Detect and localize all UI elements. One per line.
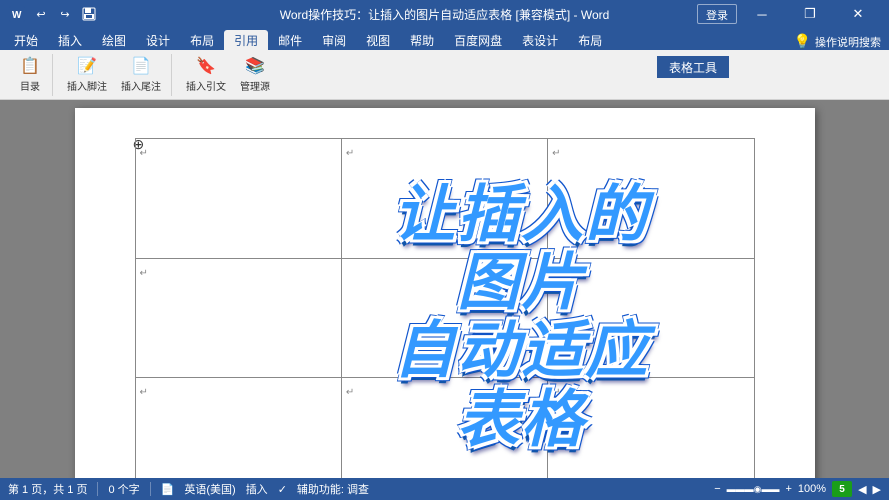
paragraph-mark: ↵ <box>140 268 148 279</box>
btn-manage-sources[interactable]: 📚 管理源 <box>234 56 276 94</box>
paragraph-mark: ↵ <box>552 148 560 159</box>
table-row: ↵ ↵ ↵ <box>135 139 754 259</box>
table-cell-r2c1: ↵ <box>135 258 341 378</box>
footnote-icon: 📝 <box>77 56 97 76</box>
table-cell-r1c3: ↵ <box>548 139 754 259</box>
zoom-in-icon[interactable]: + <box>785 483 791 495</box>
paragraph-mark: ↵ <box>346 387 354 398</box>
title-bar: W ↩ ↪ Word操作技巧：让插入的图片自动适应表格 [兼容模式] - Wor… <box>0 0 889 28</box>
assist-label: 辅助功能: 调查 <box>297 481 369 497</box>
save-button[interactable] <box>80 5 98 23</box>
table-cell-r2c3: ↵ <box>548 258 754 378</box>
context-tab-label: 表格工具 <box>657 56 729 78</box>
ribbon-group-footnote: 📝 插入脚注 📄 插入尾注 <box>57 54 172 96</box>
title-bar-left: W ↩ ↪ <box>8 5 98 23</box>
status-divider <box>97 482 98 496</box>
ribbon-tab-bar: 开始 插入 绘图 设计 布局 引用 邮件 审阅 视图 帮助 百度网盘 表设计 布… <box>0 28 889 50</box>
doc-icon: 📄 <box>161 483 175 496</box>
check-icon: ✓ <box>278 483 287 496</box>
login-button[interactable]: 登录 <box>697 4 737 24</box>
nav-back-icon[interactable]: ◀ <box>858 483 866 496</box>
page-info: 第 1 页，共 1 页 <box>8 481 87 497</box>
document-area: ⊕ ↵ ↵ ↵ <box>0 100 889 478</box>
zoom-level: 100% <box>798 483 826 495</box>
zoom-slider[interactable]: ▬▬▬◉▬▬ <box>727 484 780 495</box>
table-cell-r1c2: ↵ <box>341 139 547 259</box>
tab-layout[interactable]: 布局 <box>180 30 224 50</box>
nav-forward-icon[interactable]: ▶ <box>873 483 881 496</box>
title-bar-right: 登录 ─ ❐ ✕ <box>697 0 881 28</box>
table-cell-r3c2: ↵ <box>341 378 547 478</box>
tab-table-layout[interactable]: 布局 <box>568 30 612 50</box>
btn-footnote[interactable]: 📝 插入脚注 <box>61 56 113 94</box>
lightbulb-icon: 💡 <box>794 33 811 50</box>
ribbon: 📋 目录 📝 插入脚注 📄 插入尾注 🔖 插入引文 📚 管理源 <box>0 50 889 100</box>
btn-citation[interactable]: 🔖 插入引文 <box>180 56 232 94</box>
tab-design[interactable]: 设计 <box>136 30 180 50</box>
table-container: ↵ ↵ ↵ ↵ <box>135 138 755 478</box>
help-search-label[interactable]: 操作说明搜索 <box>815 34 881 50</box>
document-page: ⊕ ↵ ↵ ↵ <box>75 108 815 478</box>
tab-review[interactable]: 审阅 <box>312 30 356 50</box>
tab-baidu[interactable]: 百度网盘 <box>444 30 512 50</box>
language: 英语(美国) <box>184 481 235 497</box>
manage-sources-icon: 📚 <box>245 56 265 76</box>
paragraph-mark: ↵ <box>552 268 560 279</box>
paragraph-mark: ↵ <box>346 148 354 159</box>
help-search-area[interactable]: 💡 操作说明搜索 <box>794 33 889 50</box>
tab-mail[interactable]: 邮件 <box>268 30 312 50</box>
tab-view[interactable]: 视图 <box>356 30 400 50</box>
status-divider2 <box>150 482 151 496</box>
table-row: ↵ ↵ <box>135 258 754 378</box>
table-cell-r3c3: ↵ <box>548 378 754 478</box>
status-bar: 第 1 页，共 1 页 0 个字 📄 英语(美国) 插入 ✓ 辅助功能: 调查 … <box>0 478 889 500</box>
minimize-button[interactable]: ─ <box>739 0 785 28</box>
redo-button[interactable]: ↪ <box>56 5 74 23</box>
table-cell-r3c1: ↵ <box>135 378 341 478</box>
table-cell-r2c2 <box>341 258 547 378</box>
char-count: 0 个字 <box>108 481 139 497</box>
btn-endnote[interactable]: 📄 插入尾注 <box>115 56 167 94</box>
zoom-out-icon[interactable]: − <box>714 483 720 495</box>
close-button[interactable]: ✕ <box>835 0 881 28</box>
word-icon: W <box>8 5 26 23</box>
endnote-icon: 📄 <box>131 56 151 76</box>
table-cell-r1c1: ↵ <box>135 139 341 259</box>
tab-start[interactable]: 开始 <box>4 30 48 50</box>
insert-mode: 插入 <box>246 481 268 497</box>
status-left: 第 1 页，共 1 页 0 个字 📄 英语(美国) 插入 ✓ 辅助功能: 调查 <box>8 481 369 497</box>
paragraph-mark: ↵ <box>140 148 148 159</box>
tab-draw[interactable]: 绘图 <box>92 30 136 50</box>
tab-insert[interactable]: 插入 <box>48 30 92 50</box>
svg-text:W: W <box>12 10 22 21</box>
toc-icon: 📋 <box>20 56 40 76</box>
status-right: − ▬▬▬◉▬▬ + 100% 5 ◀ ▶ <box>714 481 881 497</box>
tab-reference[interactable]: 引用 <box>224 30 268 50</box>
tab-table-design[interactable]: 表设计 <box>512 30 568 50</box>
table-row: ↵ ↵ ↵ <box>135 378 754 478</box>
paragraph-mark: ↵ <box>140 387 148 398</box>
btn-toc[interactable]: 📋 目录 <box>12 56 48 94</box>
window-title: Word操作技巧：让插入的图片自动适应表格 [兼容模式] - Word <box>280 6 610 23</box>
undo-button[interactable]: ↩ <box>32 5 50 23</box>
paragraph-mark: ↵ <box>552 387 560 398</box>
five-logo: 5 <box>832 481 852 497</box>
restore-button[interactable]: ❐ <box>787 0 833 28</box>
ribbon-group-citation: 🔖 插入引文 📚 管理源 <box>176 54 280 96</box>
ribbon-group-toc: 📋 目录 <box>8 54 53 96</box>
document-table: ↵ ↵ ↵ ↵ <box>135 138 755 478</box>
citation-icon: 🔖 <box>196 56 216 76</box>
tab-help[interactable]: 帮助 <box>400 30 444 50</box>
